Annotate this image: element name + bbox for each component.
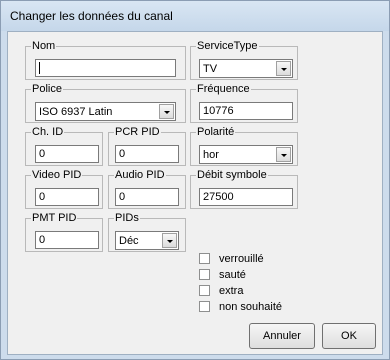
checkbox-label: non souhaité <box>219 301 282 313</box>
servicetype-select[interactable]: TV <box>199 59 293 78</box>
polarite-select[interactable]: hor <box>199 145 293 164</box>
pmt-pid-input[interactable]: 0 <box>35 231 99 249</box>
police-select[interactable]: ISO 6937 Latin <box>35 102 176 121</box>
pcr-pid-label: PCR PID <box>114 125 161 139</box>
frequence-group: Fréquence 10776 <box>190 82 298 123</box>
audio-pid-input[interactable]: 0 <box>115 188 179 206</box>
chevron-down-icon[interactable] <box>276 147 291 162</box>
checkbox-label: sauté <box>219 269 246 281</box>
chevron-down-icon[interactable] <box>162 233 177 248</box>
frequence-label: Fréquence <box>196 82 251 96</box>
checkbox-label: verrouillé <box>219 253 264 265</box>
checkbox-label: extra <box>219 285 244 297</box>
text-caret <box>39 62 40 75</box>
police-group: Police ISO 6937 Latin <box>25 82 186 123</box>
pcr-pid-input[interactable]: 0 <box>115 145 179 163</box>
audio-pid-label: Audio PID <box>114 168 166 182</box>
servicetype-group: ServiceType TV <box>190 39 298 80</box>
chevron-down-icon[interactable] <box>276 61 291 76</box>
audio-pid-group: Audio PID 0 <box>108 168 186 209</box>
video-pid-label: Video PID <box>31 168 83 182</box>
ch-id-input[interactable]: 0 <box>35 145 99 163</box>
dialog-title: Changer les données du canal <box>10 9 173 23</box>
polarite-value: hor <box>203 149 219 161</box>
debit-symbole-group: Débit symbole 27500 <box>190 168 298 209</box>
dialog-window: Changer les données du canal Nom Service… <box>0 0 390 360</box>
nom-label: Nom <box>31 39 57 53</box>
nom-group: Nom <box>25 39 186 80</box>
checkbox-box[interactable] <box>199 301 210 312</box>
pmt-pid-group: PMT PID 0 <box>25 211 103 252</box>
chevron-down-icon[interactable] <box>159 104 174 119</box>
police-value: ISO 6937 Latin <box>39 106 113 118</box>
polarite-group: Polarité hor <box>190 125 298 166</box>
nom-input[interactable] <box>35 59 176 77</box>
debit-symbole-label: Débit symbole <box>196 168 268 182</box>
ok-button[interactable]: OK <box>322 323 376 349</box>
pcr-pid-group: PCR PID 0 <box>108 125 186 166</box>
police-label: Police <box>31 82 63 96</box>
title-bar[interactable]: Changer les données du canal <box>1 1 389 31</box>
debit-symbole-input[interactable]: 27500 <box>199 188 293 206</box>
ch-id-group: Ch. ID 0 <box>25 125 103 166</box>
pids-value: Déc <box>119 235 139 247</box>
pids-select[interactable]: Déc <box>115 231 179 250</box>
pids-label: PIDs <box>114 211 140 225</box>
checkbox-box[interactable] <box>199 269 210 280</box>
video-pid-input[interactable]: 0 <box>35 188 99 206</box>
servicetype-label: ServiceType <box>196 39 259 53</box>
video-pid-group: Video PID 0 <box>25 168 103 209</box>
frequence-input[interactable]: 10776 <box>199 102 293 120</box>
dialog-body: Nom ServiceType TV Police ISO 6937 Latin… <box>7 31 383 355</box>
checkbox-box[interactable] <box>199 285 210 296</box>
cancel-button[interactable]: Annuler <box>249 323 315 349</box>
pids-group: PIDs Déc <box>108 211 186 252</box>
polarite-label: Polarité <box>196 125 236 139</box>
servicetype-value: TV <box>203 63 218 75</box>
checkbox-box[interactable] <box>199 253 210 264</box>
pmt-pid-label: PMT PID <box>31 211 78 225</box>
ch-id-label: Ch. ID <box>31 125 65 139</box>
